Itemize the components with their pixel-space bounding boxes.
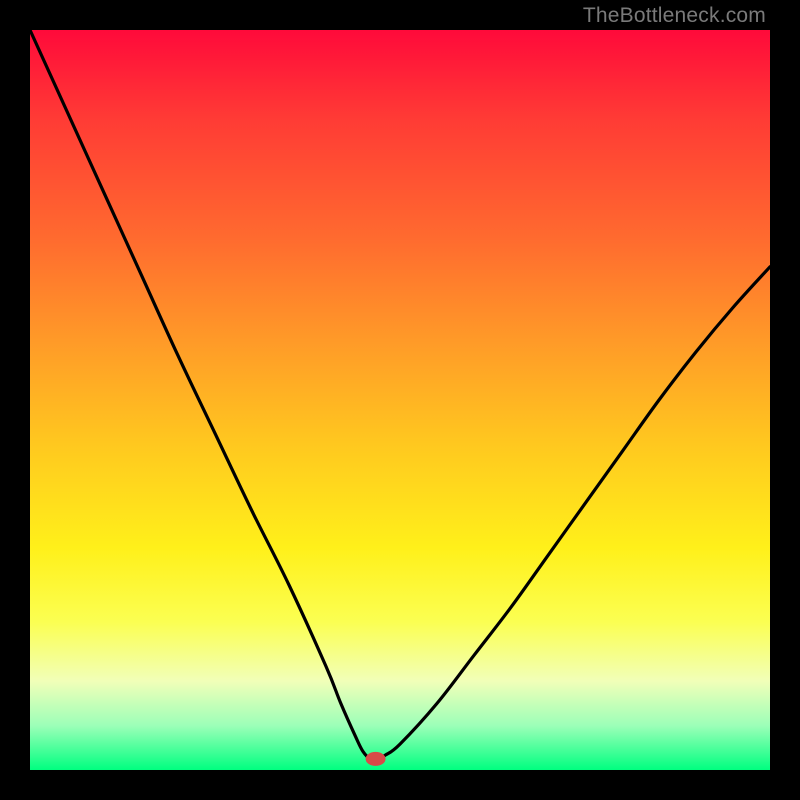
plot-area xyxy=(30,30,770,770)
watermark-text: TheBottleneck.com xyxy=(583,4,766,28)
bottleneck-curve xyxy=(30,30,770,760)
chart-frame: TheBottleneck.com xyxy=(0,0,800,800)
curve-layer xyxy=(30,30,770,770)
marker-dot xyxy=(366,752,386,766)
